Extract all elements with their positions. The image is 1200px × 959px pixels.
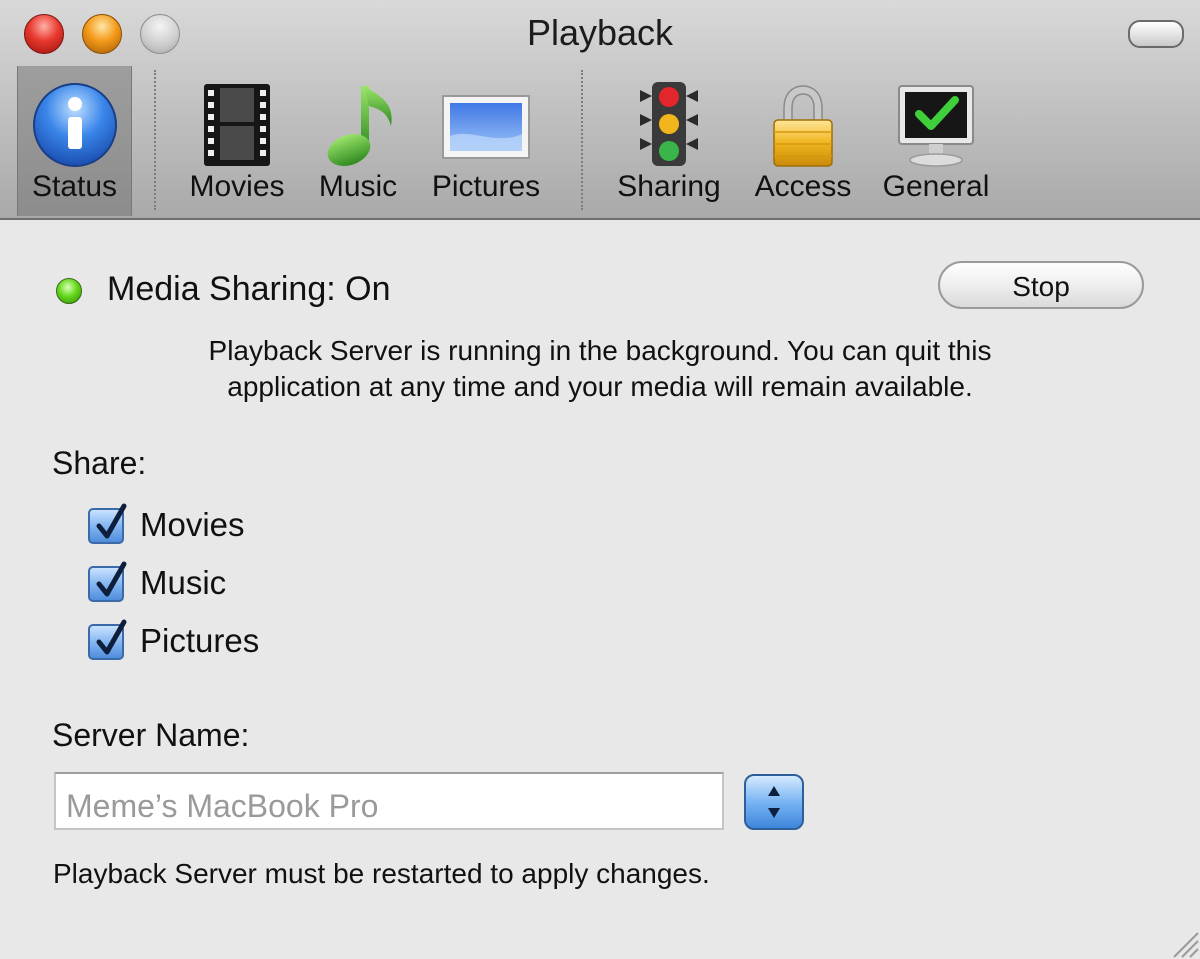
checkbox-box[interactable] xyxy=(88,561,127,602)
sharing-status-indicator xyxy=(56,278,82,304)
share-label: Share: xyxy=(52,445,147,481)
toolbar-label: Sharing xyxy=(617,170,721,203)
checkmark-icon xyxy=(96,561,127,597)
stop-button[interactable]: Stop xyxy=(938,261,1144,309)
window-title: Playback xyxy=(526,12,674,53)
info-icon xyxy=(32,83,117,167)
info-line: Playback Server is running in the backgr… xyxy=(208,335,992,366)
toolbar-item-sharing[interactable]: Sharing xyxy=(606,76,732,216)
server-name-stepper[interactable] xyxy=(744,774,804,830)
toolbar-item-music[interactable]: Music xyxy=(306,76,410,216)
server-name-field[interactable] xyxy=(54,772,724,830)
restart-note: Playback Server must be restarted to app… xyxy=(53,858,710,889)
toolbar-item-pictures[interactable]: Pictures xyxy=(420,76,552,216)
toolbar-item-general[interactable]: General xyxy=(872,76,1000,216)
window-toolbar: Playback Status Movies Music Pictures Sh… xyxy=(0,0,1200,220)
toolbar-label: Status xyxy=(31,170,118,203)
toolbar-label: Pictures xyxy=(431,170,541,203)
toolbar-label: General xyxy=(882,170,990,203)
traffic-light-icon xyxy=(640,82,698,166)
toolbar-separator xyxy=(581,70,583,210)
checkbox-label: Pictures xyxy=(140,622,260,659)
checkmark-icon xyxy=(96,503,127,539)
resize-grip-icon[interactable] xyxy=(1160,919,1200,959)
toolbar-item-movies[interactable]: Movies xyxy=(178,76,296,216)
server-info-text: Playback Server is running in the backgr… xyxy=(80,333,1120,405)
checkmark-icon xyxy=(96,619,127,655)
music-note-icon xyxy=(327,86,392,166)
toolbar-label: Music xyxy=(318,170,398,203)
toolbar-label: Movies xyxy=(189,170,285,203)
up-down-arrows-icon xyxy=(768,786,780,818)
server-name-label: Server Name: xyxy=(52,717,250,753)
film-icon xyxy=(204,84,270,166)
toolbar-label: Access xyxy=(754,170,852,203)
info-line: application at any time and your media w… xyxy=(227,371,973,402)
toolbar-toggle-button[interactable] xyxy=(1128,20,1184,48)
toolbar-item-status[interactable]: Status xyxy=(17,66,132,216)
toolbar-separator xyxy=(154,70,156,210)
checkbox-box[interactable] xyxy=(88,503,127,544)
toolbar-item-access[interactable]: Access xyxy=(745,76,861,216)
checkbox-label: Music xyxy=(140,564,227,601)
checkbox-label: Movies xyxy=(140,506,245,543)
sharing-status-text: Media Sharing: On xyxy=(107,270,391,308)
monitor-check-icon xyxy=(898,85,974,167)
padlock-icon xyxy=(773,85,833,167)
checkbox-box[interactable] xyxy=(88,619,127,660)
picture-icon xyxy=(442,95,530,159)
